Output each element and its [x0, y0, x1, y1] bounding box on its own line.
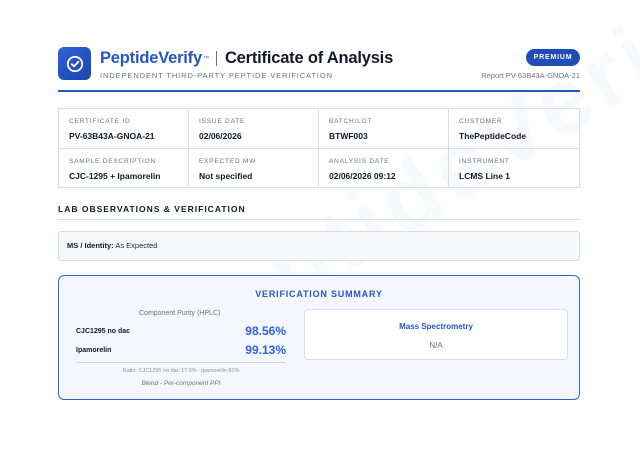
certificate-header: PeptideVerify ™ Certificate of Analysis I… [58, 47, 580, 91]
info-grid: CERTIFICATE ID PV-63B43A-GNOA-21 ISSUE D… [58, 108, 580, 188]
lab-observations-title: LAB OBSERVATIONS & VERIFICATION [58, 204, 246, 214]
ratio-note: Ratio: CJC1295 no dac 17.9% : Ipamorelin… [122, 368, 240, 374]
summary-title: VERIFICATION SUMMARY [255, 289, 383, 299]
info-value: Not specified [199, 171, 253, 181]
verify-check-icon [58, 47, 91, 80]
info-label: CUSTOMER [459, 118, 503, 125]
verification-summary: VERIFICATION SUMMARY Component Purity (H… [58, 275, 580, 400]
info-cell-issue-date: ISSUE DATE 02/06/2026 [189, 109, 319, 149]
info-label: BATCH/LOT [329, 118, 373, 125]
section-divider [58, 219, 580, 220]
info-value: PV-63B43A-GNOA-21 [69, 131, 155, 141]
mass-spectrometry-box: Mass Spectrometry N/A [304, 309, 568, 360]
observation-value: As Expected [115, 241, 158, 250]
info-value: BTWF003 [329, 131, 368, 141]
info-cell-instrument: INSTRUMENT LCMS Line 1 [449, 149, 579, 188]
component-purity: 98.56% [245, 324, 286, 338]
header-rule [58, 90, 580, 92]
info-label: CERTIFICATE ID [69, 118, 131, 125]
trademark: ™ [202, 55, 209, 62]
component-name: CJC1295 no dac [76, 328, 131, 335]
info-value: LCMS Line 1 [459, 171, 511, 181]
info-value: CJC-1295 + Ipamorelin [69, 171, 161, 181]
observation-box: MS / Identity: As Expected [58, 231, 580, 261]
component-divider [76, 362, 286, 363]
info-label: INSTRUMENT [459, 158, 510, 165]
component-row: Ipamorelin 99.13% [76, 343, 286, 359]
brand-name: PeptideVerify [100, 49, 202, 67]
component-row: CJC1295 no dac 98.56% [76, 324, 286, 340]
component-purity-title: Component Purity (HPLC) [139, 310, 221, 317]
brand-row: PeptideVerify ™ Certificate of Analysis [100, 49, 393, 68]
mass-spectrometry-title: Mass Spectrometry [399, 322, 473, 331]
info-cell-customer: CUSTOMER ThePeptideCode [449, 109, 579, 149]
info-cell-certificate-id: CERTIFICATE ID PV-63B43A-GNOA-21 [59, 109, 189, 149]
info-label: ANALYSIS DATE [329, 158, 390, 165]
component-purity: 99.13% [245, 343, 286, 357]
info-cell-analysis-date: ANALYSIS DATE 02/06/2026 09:12 [319, 149, 449, 188]
report-id: Report PV-63B43A-GNOA-21 [481, 71, 580, 80]
page-title: Certificate of Analysis [224, 49, 394, 67]
tagline: INDEPENDENT THIRD-PARTY PEPTIDE VERIFICA… [100, 71, 333, 80]
info-value: 02/06/2026 [199, 131, 242, 141]
title-divider [215, 51, 217, 66]
component-name: Ipamorelin [76, 347, 112, 354]
observation-label: MS / Identity: [67, 241, 114, 250]
certificate-page: PeptideVerify PeptideVerify™ Certificate… [0, 0, 640, 453]
info-cell-sample-description: SAMPLE DESCRIPTION CJC-1295 + Ipamorelin [59, 149, 189, 188]
info-cell-expected-mw: EXPECTED MW Not specified [189, 149, 319, 188]
mass-spectrometry-value: N/A [429, 341, 443, 350]
info-value: 02/06/2026 09:12 [329, 171, 396, 181]
info-cell-batch-lot: BATCH/LOT BTWF003 [319, 109, 449, 149]
blend-note: Blend - Per-component PPI [141, 380, 221, 387]
info-label: ISSUE DATE [199, 118, 246, 125]
info-label: SAMPLE DESCRIPTION [69, 158, 156, 165]
premium-badge: PREMIUM [526, 49, 580, 66]
info-value: ThePeptideCode [459, 131, 527, 141]
info-label: EXPECTED MW [199, 158, 257, 165]
